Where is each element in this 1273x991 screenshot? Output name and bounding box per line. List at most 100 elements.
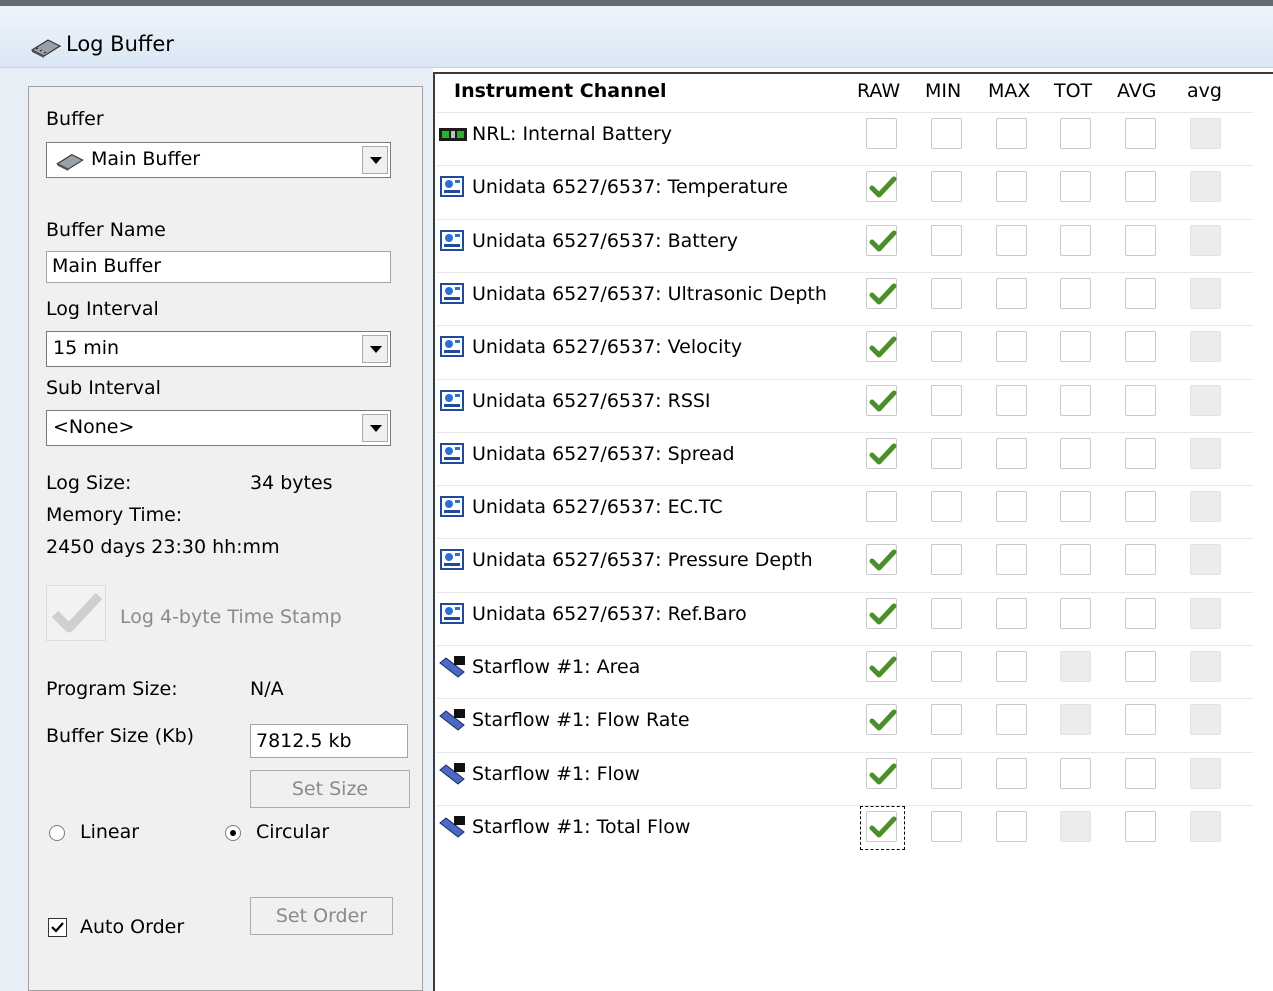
checkbox-raw[interactable] [866,651,897,682]
checkbox-min[interactable] [931,810,962,842]
checkbox-tot[interactable] [1060,437,1091,469]
checkbox-max[interactable] [996,810,1027,842]
instrument-icon [438,548,468,572]
checkbox-max[interactable] [996,277,1027,309]
buffer-size-field[interactable]: 7812.5 kb [250,724,408,758]
instrument-icon [438,442,468,466]
checkbox-min[interactable] [931,704,962,736]
row-separator [437,804,1253,806]
checkbox-avg[interactable] [1125,597,1156,629]
checkbox-max[interactable] [996,597,1027,629]
checkbox-tot[interactable] [1060,384,1091,416]
checkbox-raw[interactable] [866,224,897,256]
auto-order-label[interactable]: Auto Order [80,916,184,938]
checkbox-max[interactable] [996,757,1027,789]
checkbox-raw[interactable] [866,597,897,629]
checkbox-avg[interactable] [1125,544,1156,576]
circular-radio[interactable] [225,825,241,841]
header-max: MAX [988,80,1031,102]
checkbox-min[interactable] [931,757,962,789]
checkbox-raw[interactable] [866,704,897,736]
checkbox-min[interactable] [931,384,962,416]
checkbox-min[interactable] [931,118,962,149]
header-avg-lower: avg [1187,80,1222,102]
checkbox-raw[interactable] [866,437,897,469]
checkbox-raw[interactable] [866,277,897,309]
auto-order-checkbox[interactable] [48,918,67,937]
checkbox-raw[interactable] [866,331,897,363]
checkbox-max[interactable] [996,118,1027,149]
log-size-value: 34 bytes [250,472,333,494]
checkbox-avg[interactable] [1125,757,1156,789]
channel-label: Unidata 6527/6537: Battery [472,229,738,252]
checkbox-avg[interactable] [1125,384,1156,416]
checkbox-min[interactable] [931,171,962,203]
checkbox-avg[interactable] [1125,491,1156,523]
checkbox-raw[interactable] [866,757,897,789]
sub-interval-select[interactable]: <None> [46,410,391,446]
checkbox-raw[interactable] [866,118,897,149]
checkbox-max[interactable] [996,544,1027,576]
checkbox-max[interactable] [996,491,1027,523]
checkbox-avg[interactable] [1125,704,1156,736]
checkbox-min[interactable] [931,437,962,469]
checkbox-min[interactable] [931,224,962,256]
log-interval-select[interactable]: 15 min [46,331,391,367]
checkbox-avg[interactable] [1125,171,1156,203]
set-order-button[interactable]: Set Order [250,897,393,935]
checkbox-tot[interactable] [1060,224,1091,256]
checkbox-raw[interactable] [866,171,897,203]
checkbox-min[interactable] [931,651,962,682]
timestamp-checkbox[interactable] [46,585,106,641]
checkbox-tot[interactable] [1060,277,1091,309]
check-icon [51,592,103,633]
circular-label[interactable]: Circular [256,821,329,843]
row-separator [437,271,1253,273]
set-size-button[interactable]: Set Size [250,770,410,808]
checkbox-avg[interactable] [1125,437,1156,469]
checkbox-tot[interactable] [1060,331,1091,363]
row-separator [437,378,1253,380]
checkbox-raw[interactable] [866,491,897,523]
checkbox-tot[interactable] [1060,171,1091,203]
checkbox-avg[interactable] [1125,651,1156,682]
checkbox-avg[interactable] [1125,331,1156,363]
chevron-down-icon[interactable] [362,335,388,363]
checkbox-max[interactable] [996,224,1027,256]
checkbox-tot[interactable] [1060,757,1091,789]
checkbox-avg[interactable] [1125,277,1156,309]
checkbox-max[interactable] [996,171,1027,203]
checkbox-tot[interactable] [1060,118,1091,149]
channel-label: NRL: Internal Battery [472,123,673,145]
checkbox-avg[interactable] [1125,810,1156,842]
checkbox-max[interactable] [996,331,1027,363]
linear-radio[interactable] [49,825,65,841]
checkbox-avg[interactable] [1125,118,1156,149]
buffer-select[interactable]: Main Buffer [46,142,391,178]
checkbox-max[interactable] [996,384,1027,416]
program-size-value: N/A [250,678,284,700]
checkbox-raw[interactable] [866,544,897,576]
checkbox-tot[interactable] [1060,544,1091,576]
checkbox-tot[interactable] [1060,491,1091,523]
checkbox-raw[interactable] [866,384,897,416]
header-instrument-channel: Instrument Channel [454,80,667,102]
checkbox-min[interactable] [931,544,962,576]
checkbox-min[interactable] [931,597,962,629]
checkbox-avg[interactable] [1125,224,1156,256]
checkbox-max[interactable] [996,437,1027,469]
checkbox-min[interactable] [931,331,962,363]
checkbox-min[interactable] [931,491,962,523]
set-order-label: Set Order [275,905,368,927]
header-raw: RAW [857,80,901,102]
buffer-name-field[interactable]: Main Buffer [46,251,391,283]
linear-label[interactable]: Linear [80,821,139,843]
chevron-down-icon[interactable] [362,146,388,174]
checkbox-max[interactable] [996,704,1027,736]
checkbox-max[interactable] [996,651,1027,682]
checkbox-min[interactable] [931,277,962,309]
row-separator [437,485,1253,487]
sub-interval-label: Sub Interval [46,377,161,399]
checkbox-tot[interactable] [1060,597,1091,629]
chevron-down-icon[interactable] [362,414,388,442]
